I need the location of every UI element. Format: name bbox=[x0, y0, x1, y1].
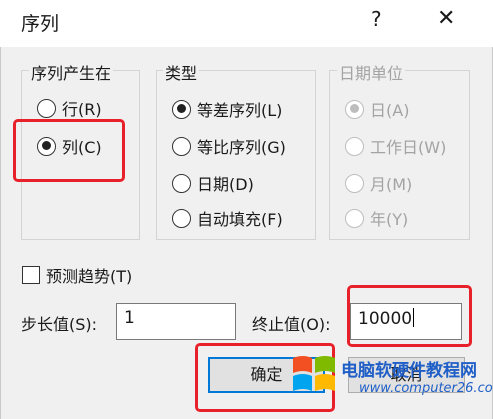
help-button[interactable]: ? bbox=[371, 7, 382, 31]
logo-quadrant-blue bbox=[293, 374, 312, 391]
windows-logo-icon bbox=[293, 356, 335, 391]
radio-day-circle[interactable] bbox=[345, 99, 364, 119]
radio-row-circle[interactable] bbox=[37, 98, 56, 118]
radio-month[interactable]: 月(M) bbox=[345, 171, 412, 195]
trend-checkbox[interactable]: 预测趋势(T) bbox=[22, 263, 132, 287]
watermark-url: www.computer26.com bbox=[359, 381, 493, 396]
highlight-stop-value bbox=[347, 285, 472, 347]
radio-row[interactable]: 行(R) bbox=[37, 96, 102, 120]
trend-checkbox-box[interactable] bbox=[22, 266, 40, 284]
radio-date[interactable]: 日期(D) bbox=[172, 171, 254, 195]
radio-autofill[interactable]: 自动填充(F) bbox=[172, 206, 283, 230]
radio-growth[interactable]: 等比序列(G) bbox=[172, 134, 286, 158]
radio-year-circle[interactable] bbox=[345, 208, 364, 228]
trend-checkbox-label: 预测趋势(T) bbox=[46, 267, 133, 286]
radio-date-label: 日期(D) bbox=[197, 175, 254, 194]
radio-weekday-circle[interactable] bbox=[345, 136, 364, 156]
logo-quadrant-green bbox=[315, 356, 335, 373]
watermark-text: 电脑软硬件教程网 bbox=[341, 361, 477, 381]
step-label: 步长值(S): bbox=[21, 315, 98, 334]
radio-growth-label: 等比序列(G) bbox=[197, 138, 286, 157]
date-unit-label: 日期单位 bbox=[337, 60, 406, 84]
radio-linear-label: 等差序列(L) bbox=[197, 101, 283, 120]
radio-day-label: 日(A) bbox=[370, 101, 410, 120]
radio-linear[interactable]: 等差序列(L) bbox=[172, 97, 282, 121]
radio-date-circle[interactable] bbox=[172, 173, 191, 193]
step-input-value: 1 bbox=[124, 308, 135, 328]
radio-autofill-label: 自动填充(F) bbox=[197, 210, 283, 229]
dialog-title: 序列 bbox=[21, 13, 60, 35]
highlight-column-option bbox=[13, 119, 125, 182]
radio-day[interactable]: 日(A) bbox=[345, 97, 409, 121]
radio-growth-circle[interactable] bbox=[172, 136, 191, 156]
stop-label: 终止值(O): bbox=[252, 315, 331, 334]
step-input[interactable]: 1 bbox=[116, 303, 236, 340]
radio-year[interactable]: 年(Y) bbox=[345, 206, 408, 230]
radio-year-label: 年(Y) bbox=[370, 210, 409, 229]
series-in-label: 序列产生在 bbox=[29, 60, 114, 84]
radio-weekday[interactable]: 工作日(W) bbox=[345, 134, 446, 158]
title-bar bbox=[0, 0, 493, 47]
radio-month-circle[interactable] bbox=[345, 173, 364, 193]
radio-weekday-label: 工作日(W) bbox=[370, 138, 447, 157]
radio-autofill-circle[interactable] bbox=[172, 208, 191, 228]
logo-quadrant-red bbox=[293, 356, 312, 373]
radio-month-label: 月(M) bbox=[370, 175, 413, 194]
logo-quadrant-yellow bbox=[315, 374, 335, 391]
radio-linear-circle[interactable] bbox=[172, 99, 191, 119]
radio-row-label: 行(R) bbox=[62, 100, 102, 119]
type-label: 类型 bbox=[163, 60, 200, 84]
close-button[interactable]: ✕ bbox=[437, 6, 455, 31]
